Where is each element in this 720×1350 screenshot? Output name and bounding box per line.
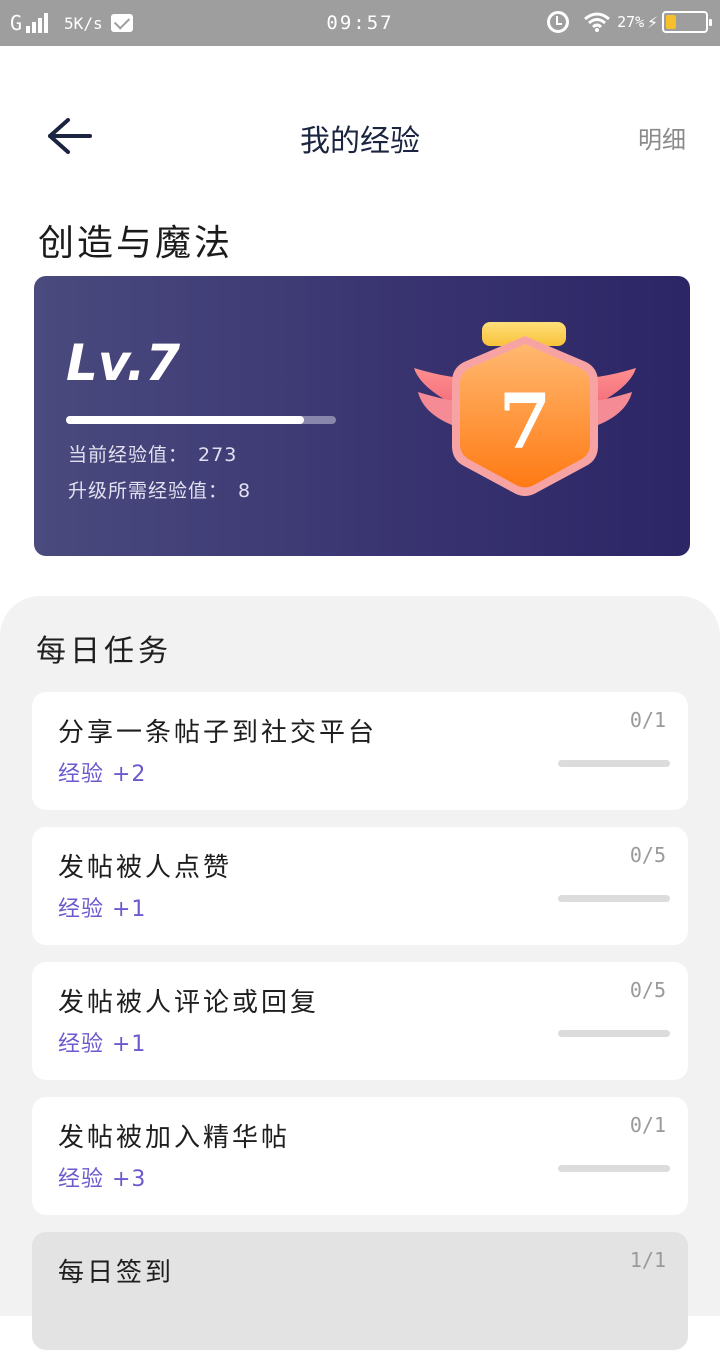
task-reward: 经验 +3	[58, 1167, 147, 1192]
task-progress-bar	[558, 1165, 670, 1172]
task-reward: 经验 +1	[58, 897, 147, 922]
battery-icon	[662, 11, 712, 33]
top-bar: 我的经验 明细	[0, 46, 720, 226]
battery-percent: 27%	[617, 13, 645, 31]
task-count: 0/5	[629, 843, 666, 867]
wifi-icon	[584, 12, 611, 32]
needed-exp-row: 升级所需经验值： 8	[68, 476, 251, 503]
current-exp-value: 273	[198, 444, 238, 466]
daily-tasks-panel: 每日任务 分享一条帖子到社交平台 经验 +2 0/1 发帖被人点赞 经验 +1 …	[0, 596, 720, 1350]
alarm-icon	[547, 11, 570, 33]
current-exp-row: 当前经验值： 273	[68, 440, 237, 467]
task-count: 0/5	[629, 978, 666, 1002]
level-label: Lv.7	[66, 334, 181, 392]
level-progress-fill	[66, 416, 304, 424]
needed-exp-value: 8	[238, 480, 252, 502]
level-progress-bar	[66, 416, 336, 424]
level-card: Lv.7 当前经验值： 273 升级所需经验值： 8 7	[34, 276, 690, 556]
level-medal-icon: 7	[414, 322, 636, 496]
charging-bolt-icon: ⚡	[647, 11, 658, 33]
task-count: 0/1	[629, 1113, 666, 1137]
task-name: 发帖被加入精华帖	[58, 1123, 291, 1153]
medal-level-number: 7	[499, 377, 552, 466]
task-card-liked[interactable]: 发帖被人点赞 经验 +1 0/5	[32, 827, 688, 945]
task-progress-bar	[558, 760, 670, 767]
task-name: 每日签到	[58, 1258, 175, 1288]
task-name: 发帖被人评论或回复	[58, 988, 320, 1018]
task-card-featured[interactable]: 发帖被加入精华帖 经验 +3 0/1	[32, 1097, 688, 1215]
task-reward: 经验 +1	[58, 1032, 147, 1057]
status-right: 27% ⚡	[547, 11, 712, 33]
task-count: 1/1	[629, 1248, 666, 1272]
forum-name: 创造与魔法	[38, 223, 234, 264]
task-card-checkin[interactable]: 每日签到 1/1	[32, 1232, 688, 1350]
task-progress-bar	[558, 895, 670, 902]
task-progress-bar	[558, 1030, 670, 1037]
detail-link[interactable]: 明细	[638, 120, 686, 155]
page-title: 我的经验	[300, 124, 420, 159]
task-name: 分享一条帖子到社交平台	[58, 718, 378, 748]
needed-exp-label: 升级所需经验值：	[68, 480, 229, 502]
task-card-commented[interactable]: 发帖被人评论或回复 经验 +1 0/5	[32, 962, 688, 1080]
task-count: 0/1	[629, 708, 666, 732]
task-reward: 经验 +2	[58, 762, 147, 787]
status-bar: G 5K/s 09:57 27% ⚡	[0, 0, 720, 46]
task-card-share[interactable]: 分享一条帖子到社交平台 经验 +2 0/1	[32, 692, 688, 810]
tasks-title: 每日任务	[36, 634, 172, 669]
battery-level-fill	[666, 15, 677, 29]
task-name: 发帖被人点赞	[58, 853, 233, 883]
current-exp-label: 当前经验值：	[68, 444, 189, 466]
